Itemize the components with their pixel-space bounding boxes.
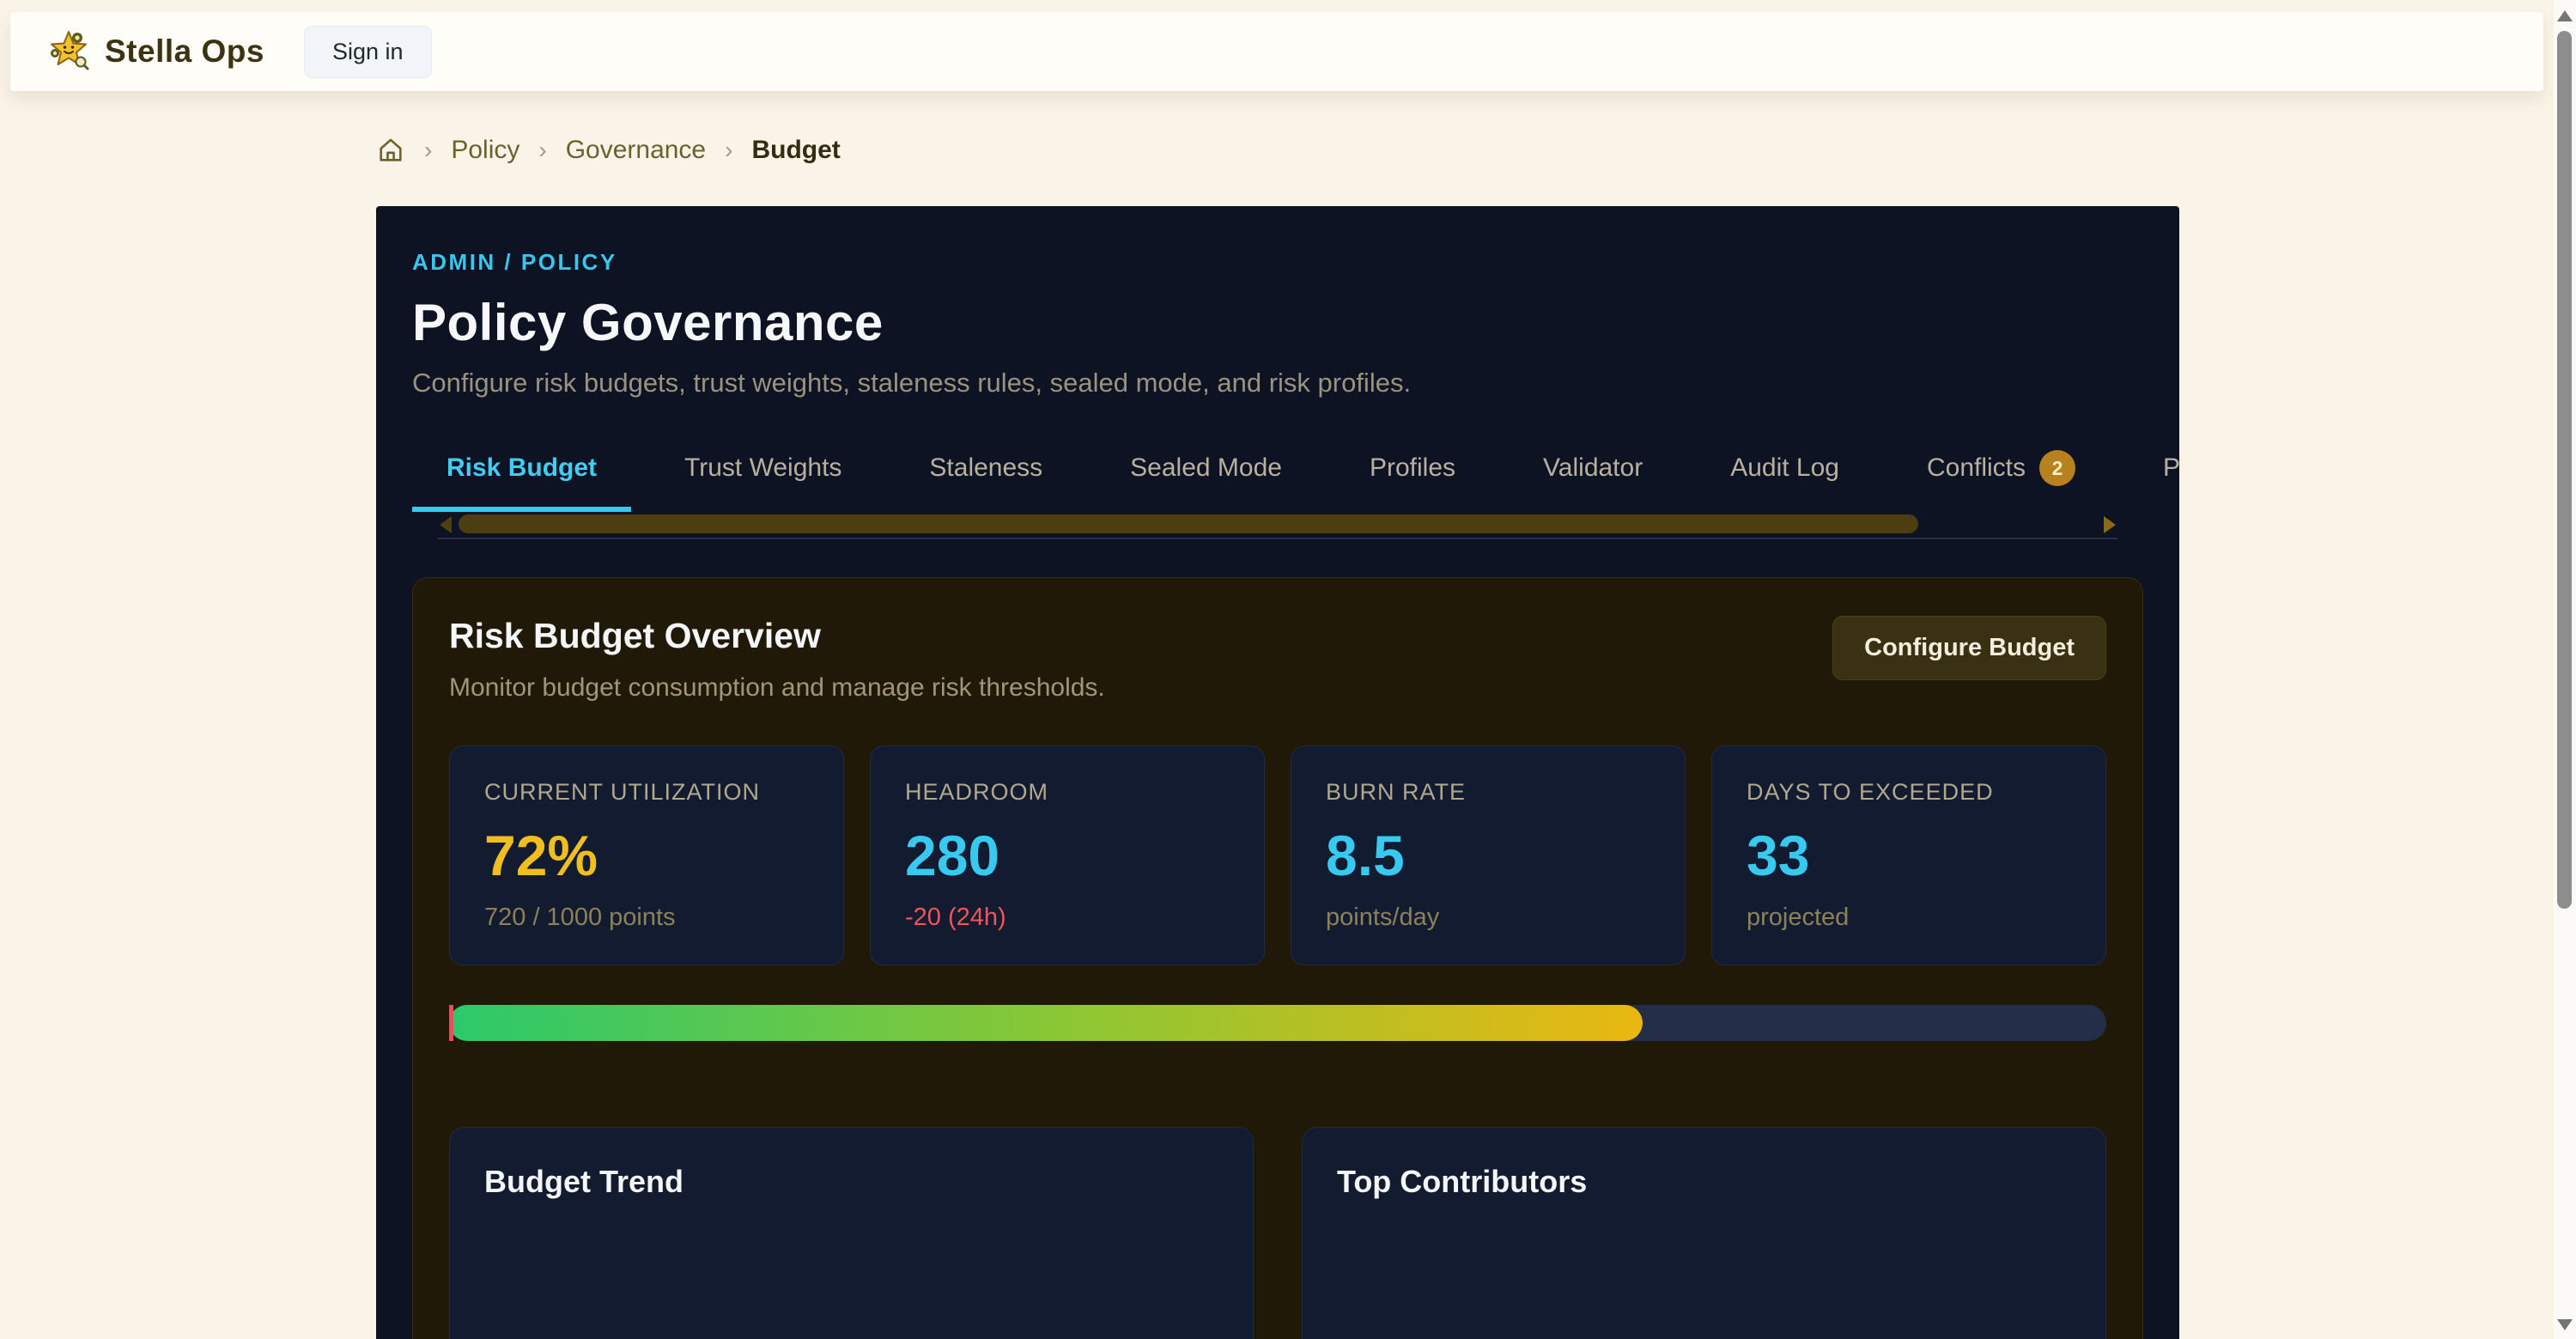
- stat-label: HEADROOM: [905, 779, 1230, 806]
- tab-label: Pl: [2163, 453, 2179, 483]
- scroll-right-arrow-icon[interactable]: [2104, 516, 2116, 533]
- breadcrumb: › Policy › Governance › Budget: [376, 136, 841, 165]
- breadcrumb-link-governance[interactable]: Governance: [566, 136, 706, 165]
- scroll-up-arrow-icon[interactable]: [2557, 10, 2573, 21]
- tab-conflicts[interactable]: Conflicts 2: [1893, 445, 2110, 512]
- sign-in-button[interactable]: Sign in: [304, 26, 432, 78]
- tab-pl[interactable]: Pl: [2129, 445, 2179, 512]
- budget-trend-title: Budget Trend: [484, 1164, 1218, 1200]
- tab-staleness[interactable]: Staleness: [895, 445, 1077, 512]
- tab-label: Profiles: [1370, 453, 1455, 483]
- tab-scrollbar: [438, 514, 2117, 536]
- stat-value: 72%: [484, 823, 809, 888]
- tab-trust-weights[interactable]: Trust Weights: [650, 445, 876, 512]
- tab-label: Risk Budget: [447, 453, 597, 483]
- page-scrollbar-thumb[interactable]: [2557, 31, 2572, 909]
- stella-ops-logo-icon: [48, 29, 89, 75]
- scroll-down-arrow-icon[interactable]: [2557, 1319, 2573, 1330]
- tab-label: Sealed Mode: [1130, 453, 1282, 483]
- tab-bar: Risk Budget Trust Weights Staleness Sealed …: [412, 445, 2179, 512]
- tab-label: Audit Log: [1730, 453, 1839, 483]
- stat-value: 280: [905, 823, 1230, 888]
- tab-profiles[interactable]: Profiles: [1335, 445, 1490, 512]
- home-icon[interactable]: [376, 136, 405, 165]
- stat-value: 33: [1747, 823, 2071, 888]
- top-contributors-card: Top Contributors: [1302, 1127, 2106, 1339]
- tab-label: Conflicts: [1927, 453, 2026, 483]
- breadcrumb-current: Budget: [751, 136, 840, 165]
- breadcrumb-link-policy[interactable]: Policy: [451, 136, 519, 165]
- overview-title: Risk Budget Overview: [449, 616, 1105, 656]
- stat-card-current-utilization: CURRENT UTILIZATION 72% 720 / 1000 points: [449, 746, 844, 965]
- page-title: Policy Governance: [412, 293, 2143, 352]
- chevron-right-icon: ›: [538, 137, 546, 164]
- tab-scrollbar-track: [438, 538, 2117, 539]
- budget-trend-chart: [484, 1257, 1218, 1339]
- stat-value: 8.5: [1326, 823, 1650, 888]
- screen: Stella Ops Sign in › Policy › Governance…: [0, 0, 2576, 1339]
- stat-label: BURN RATE: [1326, 779, 1650, 806]
- stat-card-burn-rate: BURN RATE 8.5 points/day: [1291, 746, 1686, 965]
- page-scrollbar: [2554, 0, 2576, 1339]
- stat-card-days-to-exceeded: DAYS TO EXCEEDED 33 projected: [1711, 746, 2106, 965]
- page-subtitle: Configure risk budgets, trust weights, s…: [412, 368, 2143, 399]
- policy-governance-panel: ADMIN / POLICY Policy Governance Configu…: [376, 206, 2179, 1339]
- topbar: Stella Ops Sign in: [10, 12, 2543, 91]
- tab-validator[interactable]: Validator: [1509, 445, 1677, 512]
- gauge-fill: [449, 1005, 1643, 1041]
- tab-risk-budget[interactable]: Risk Budget: [412, 445, 631, 512]
- stat-sub: points/day: [1326, 904, 1650, 932]
- chevron-right-icon: ›: [424, 137, 432, 164]
- overview-subtitle: Monitor budget consumption and manage ri…: [449, 673, 1105, 703]
- section-eyebrow: ADMIN / POLICY: [412, 249, 2143, 276]
- stat-cards: CURRENT UTILIZATION 72% 720 / 1000 points H…: [449, 746, 2106, 965]
- brand-home-link[interactable]: Stella Ops: [48, 29, 264, 75]
- tab-label: Trust Weights: [684, 453, 841, 483]
- stat-label: DAYS TO EXCEEDED: [1747, 779, 2071, 806]
- chevron-right-icon: ›: [725, 137, 732, 164]
- scroll-left-arrow-icon[interactable]: [440, 516, 452, 533]
- configure-budget-button[interactable]: Configure Budget: [1832, 616, 2106, 680]
- risk-budget-overview-card: Risk Budget Overview Monitor budget cons…: [412, 577, 2143, 1339]
- utilization-gauge: [449, 1005, 2106, 1041]
- stat-sub: 720 / 1000 points: [484, 904, 809, 932]
- stat-card-headroom: HEADROOM 280 -20 (24h): [870, 746, 1265, 965]
- brand-name: Stella Ops: [105, 33, 264, 70]
- tab-scrollbar-thumb[interactable]: [459, 514, 1918, 533]
- tab-sealed-mode[interactable]: Sealed Mode: [1096, 445, 1316, 512]
- tab-audit-log[interactable]: Audit Log: [1696, 445, 1874, 512]
- stat-sub: -20 (24h): [905, 904, 1230, 932]
- top-contributors-title: Top Contributors: [1337, 1164, 2071, 1200]
- budget-trend-card: Budget Trend: [449, 1127, 1254, 1339]
- tab-badge: 2: [2039, 450, 2075, 486]
- gauge-critical-marker: [449, 1005, 453, 1041]
- tab-label: Staleness: [929, 453, 1042, 483]
- stat-sub: projected: [1747, 904, 2071, 932]
- tab-label: Validator: [1543, 453, 1643, 483]
- stat-label: CURRENT UTILIZATION: [484, 779, 809, 806]
